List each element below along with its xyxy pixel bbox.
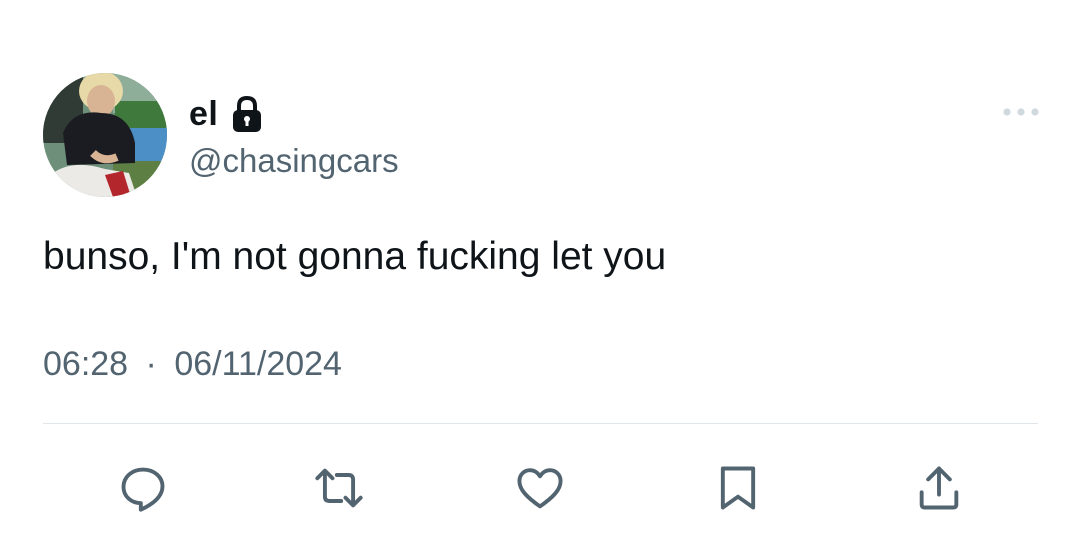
heart-icon: [517, 468, 563, 509]
share-button[interactable]: [913, 460, 965, 516]
tweet-date: 06/11/2024: [174, 345, 342, 383]
retweet-button[interactable]: [313, 460, 365, 516]
bookmark-icon: [720, 466, 756, 510]
tweet-timestamp[interactable]: 06:28 · 06/11/2024: [43, 345, 342, 384]
tweet-text: bunso, I'm not gonna fucking let you: [43, 235, 667, 278]
more-horizontal-icon[interactable]: [1002, 104, 1040, 120]
reply-icon: [121, 467, 165, 512]
avatar[interactable]: [43, 73, 167, 197]
like-button[interactable]: [514, 460, 566, 516]
author-name-row: el: [189, 92, 264, 136]
lock-icon: [233, 95, 262, 132]
reply-button[interactable]: [117, 460, 169, 516]
share-icon: [919, 466, 959, 510]
profile-photo: [43, 73, 167, 197]
display-name[interactable]: el: [189, 95, 218, 134]
meta-separator: ·: [145, 345, 157, 383]
retweet-icon: [315, 468, 363, 508]
tweet-time: 06:28: [43, 345, 129, 383]
bookmark-button[interactable]: [712, 460, 764, 516]
handle[interactable]: @chasingcars: [189, 142, 399, 180]
divider: [43, 423, 1038, 424]
tweet-card: el @chasingcars bunso, I'm not gonna fuc…: [0, 0, 1080, 546]
